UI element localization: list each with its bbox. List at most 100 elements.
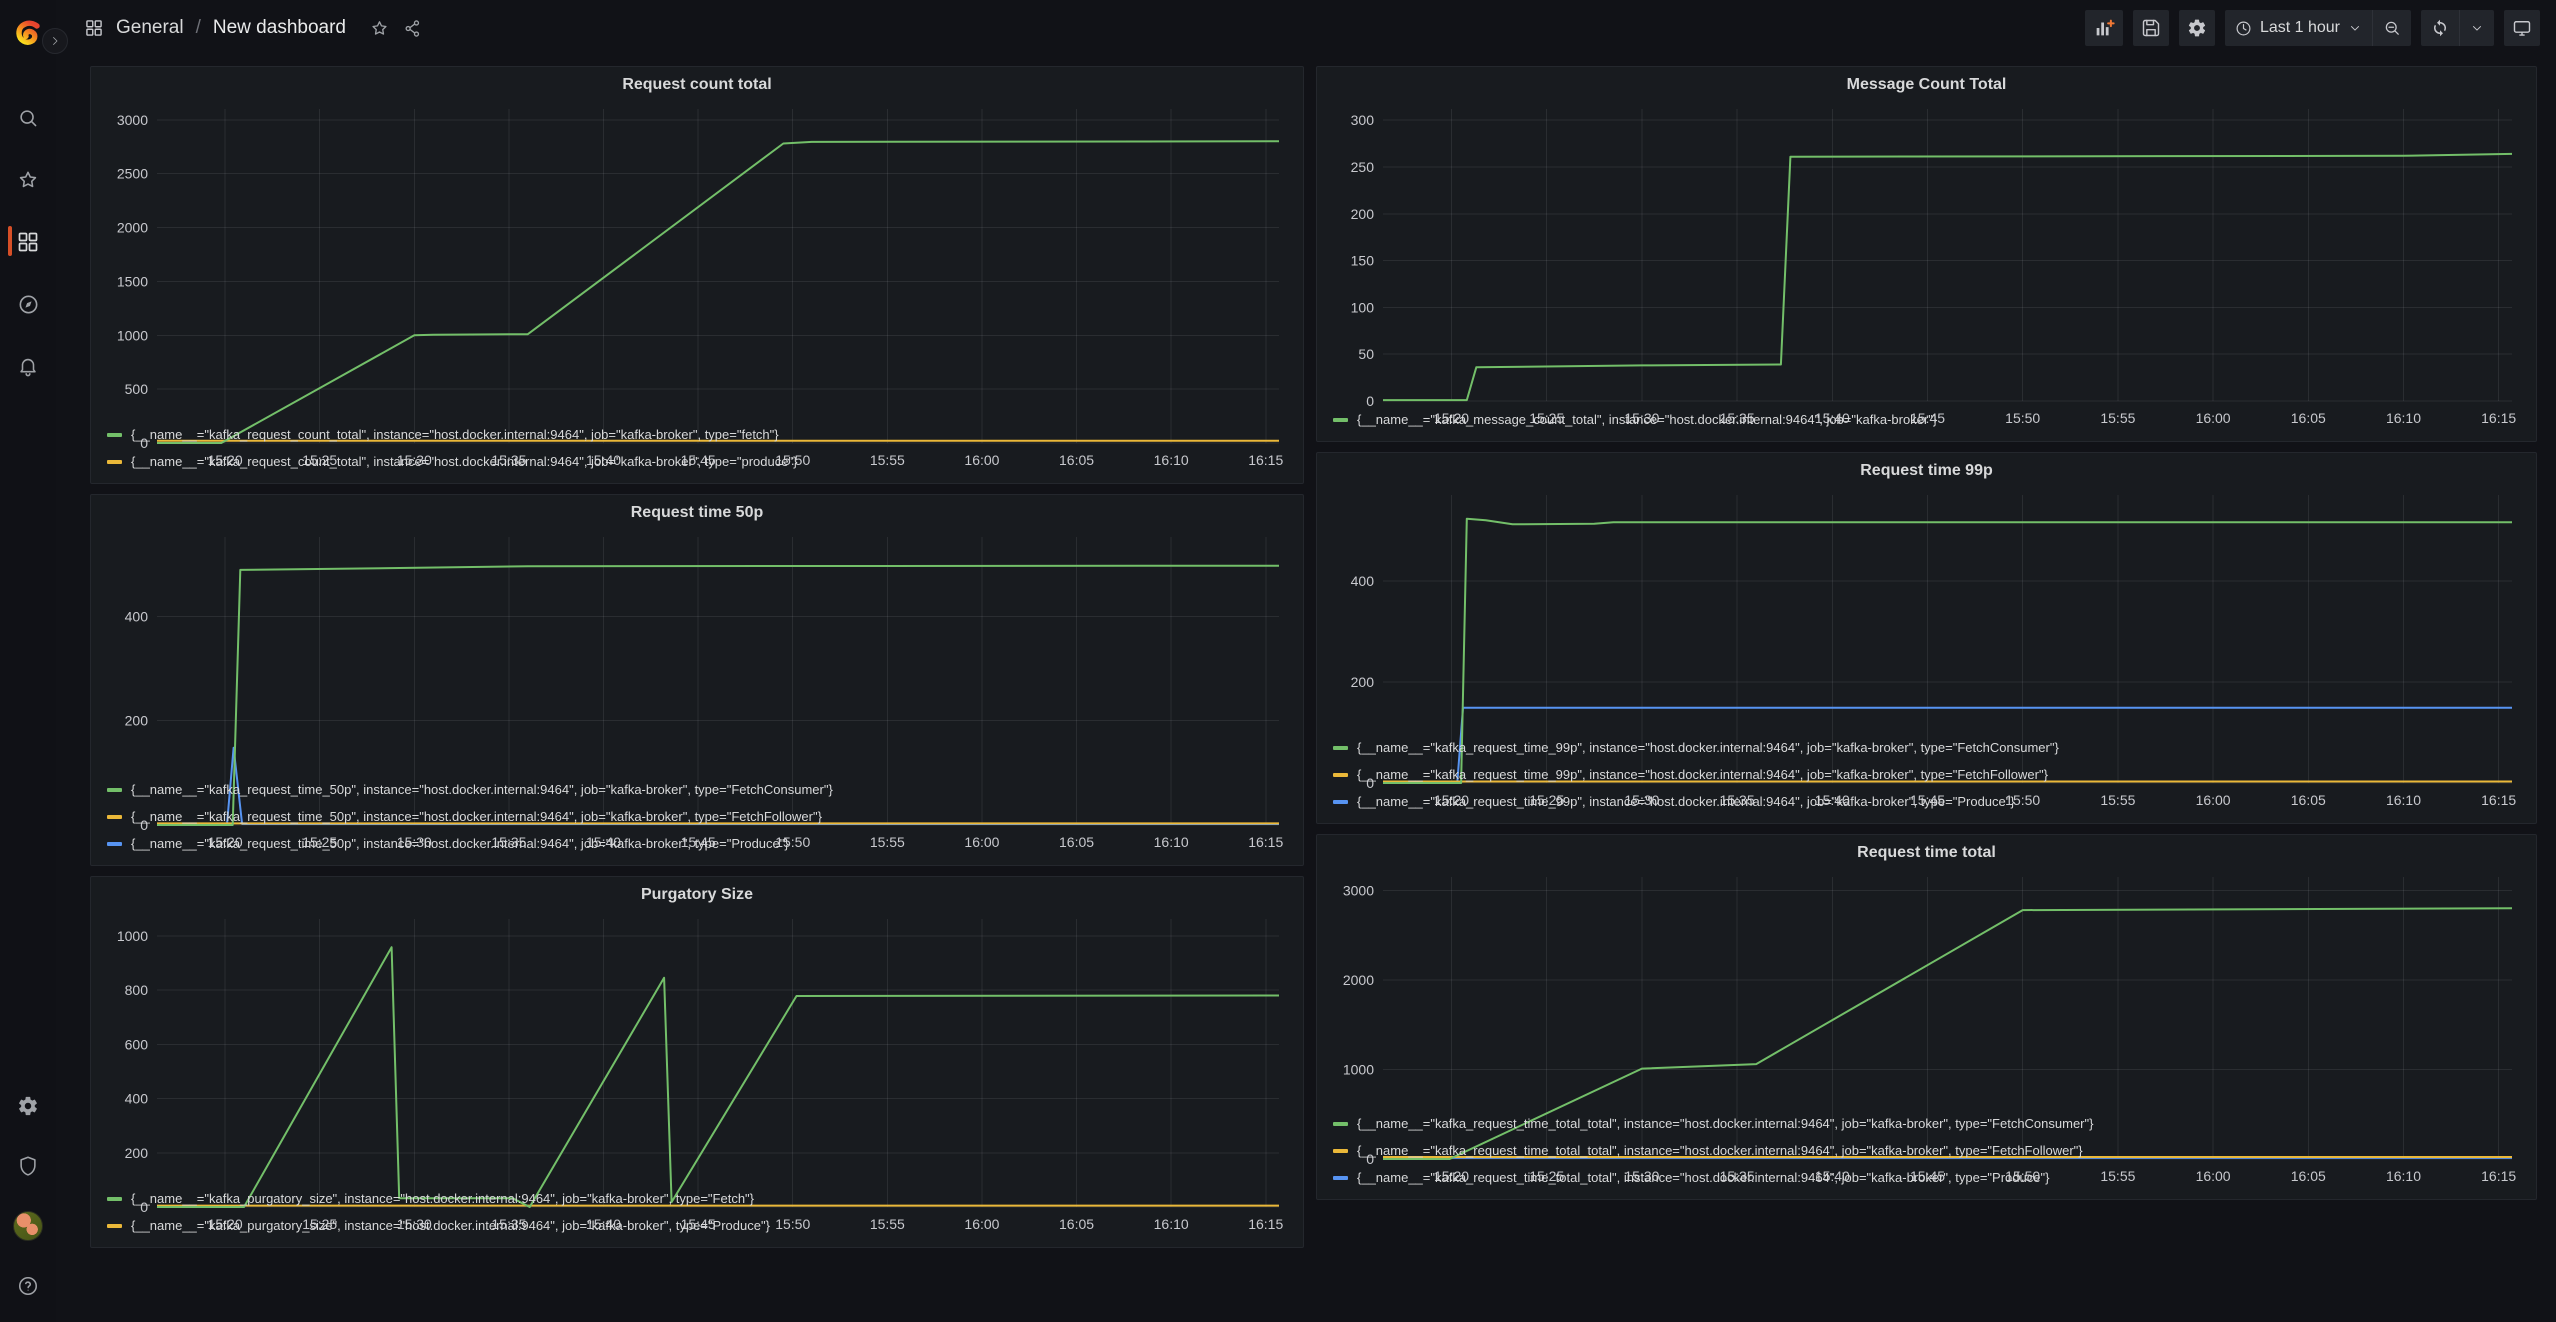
legend-item[interactable]: {__name__="kafka_request_time_50p", inst… (107, 830, 1293, 857)
sidebar-item-explore[interactable] (0, 284, 56, 324)
alerting-bell-icon (17, 355, 39, 377)
panel-title[interactable]: Message Count Total (1327, 71, 2526, 99)
time-zoom-out-button[interactable] (2373, 10, 2411, 46)
sidebar-item-starred[interactable] (0, 160, 56, 200)
panel-request-time-total: Request time total 010002000300015:2015:… (1316, 834, 2537, 1200)
legend-item[interactable]: {__name__="kafka_request_time_total_tota… (1333, 1110, 2526, 1137)
panel-title[interactable]: Request time 99p (1327, 457, 2526, 485)
chart-canvas[interactable]: 05010015020025030015:2015:2515:3015:3515… (1327, 99, 2526, 431)
sidebar-item-dashboards[interactable] (0, 222, 56, 262)
legend-label: {__name__="kafka_purgatory_size", instan… (131, 1191, 754, 1206)
y-axis-tick: 200 (125, 1145, 149, 1161)
legend-item[interactable]: {__name__="kafka_request_time_99p", inst… (1333, 788, 2526, 815)
save-dashboard-button[interactable] (2133, 10, 2169, 46)
panel-message-count-total: Message Count Total 05010015020025030015… (1316, 66, 2537, 442)
sidebar-item-search[interactable] (0, 98, 56, 138)
dashboards-grid-icon (84, 18, 104, 38)
legend: {__name__="kafka_message_count_total", i… (1327, 404, 2526, 433)
legend-item[interactable]: {__name__="kafka_request_time_total_tota… (1333, 1137, 2526, 1164)
chart-area: 05001000150020002500300015:2015:2515:301… (101, 99, 1293, 419)
legend-item[interactable]: {__name__="kafka_request_time_50p", inst… (107, 803, 1293, 830)
chart-area: 020040015:2015:2515:3015:3515:4015:4515:… (101, 527, 1293, 774)
y-axis-tick: 400 (1351, 573, 1375, 589)
y-axis-tick: 1000 (117, 327, 148, 343)
share-icon[interactable] (403, 19, 422, 38)
legend-item[interactable]: {__name__="kafka_request_count_total", i… (107, 448, 1293, 475)
explore-compass-icon (17, 293, 40, 316)
legend-swatch (1333, 418, 1348, 422)
panel-request-time-99p: Request time 99p 020040015:2015:2515:301… (1316, 452, 2537, 824)
breadcrumb-folder[interactable]: General (116, 17, 184, 39)
legend-label: {__name__="kafka_request_time_99p", inst… (1357, 794, 2015, 809)
legend-swatch (107, 433, 122, 437)
settings-gear-icon (2187, 18, 2207, 38)
legend-label: {__name__="kafka_request_time_50p", inst… (131, 809, 822, 824)
time-range-picker[interactable]: Last 1 hour (2225, 10, 2372, 46)
save-icon (2141, 18, 2161, 38)
legend-label: {__name__="kafka_request_count_total", i… (131, 427, 779, 442)
sidebar-item-server-admin[interactable] (0, 1146, 56, 1186)
sidebar-item-help[interactable] (0, 1266, 56, 1306)
legend-label: {__name__="kafka_request_time_50p", inst… (131, 782, 833, 797)
breadcrumb-dashboard-title[interactable]: New dashboard (213, 17, 346, 39)
chart-canvas[interactable]: 05001000150020002500300015:2015:2515:301… (101, 99, 1293, 473)
panel-title[interactable]: Request count total (101, 71, 1293, 99)
legend-item[interactable]: {__name__="kafka_request_time_99p", inst… (1333, 734, 2526, 761)
y-axis-tick: 400 (125, 1091, 149, 1107)
legend-label: {__name__="kafka_request_time_50p", inst… (131, 836, 789, 851)
legend-swatch (1333, 800, 1348, 804)
legend-swatch (107, 1197, 122, 1201)
legend-item[interactable]: {__name__="kafka_message_count_total", i… (1333, 406, 2526, 433)
sidebar-item-profile[interactable] (0, 1206, 56, 1246)
star-icon[interactable] (370, 19, 389, 38)
y-axis-tick: 2500 (117, 166, 148, 182)
breadcrumb: General / New dashboard (84, 17, 422, 39)
chart-area: 010002000300015:2015:2515:3015:3515:4015… (1327, 867, 2526, 1108)
add-panel-button[interactable] (2085, 10, 2123, 46)
star-icon (17, 169, 39, 191)
user-avatar (13, 1211, 43, 1241)
grafana-logo-icon (10, 16, 46, 52)
legend-label: {__name__="kafka_purgatory_size", instan… (131, 1218, 770, 1233)
cycle-view-mode-button[interactable] (2504, 10, 2540, 46)
y-axis-tick: 1000 (1343, 1061, 1374, 1077)
y-axis-tick: 150 (1351, 253, 1375, 269)
legend-item[interactable]: {__name__="kafka_request_count_total", i… (107, 421, 1293, 448)
y-axis-tick: 800 (125, 982, 149, 998)
dashboard-settings-button[interactable] (2179, 10, 2215, 46)
legend-item[interactable]: {__name__="kafka_request_time_total_tota… (1333, 1164, 2526, 1191)
y-axis-tick: 2000 (1343, 972, 1374, 988)
sidebar-item-alerting[interactable] (0, 346, 56, 386)
zoom-out-icon (2383, 19, 2401, 37)
panel-title[interactable]: Request time total (1327, 839, 2526, 867)
legend-item[interactable]: {__name__="kafka_purgatory_size", instan… (107, 1185, 1293, 1212)
toolbar: Last 1 hour (2085, 10, 2540, 46)
legend-swatch (107, 815, 122, 819)
legend: {__name__="kafka_request_time_50p", inst… (101, 774, 1293, 857)
y-axis-tick: 200 (125, 713, 149, 729)
y-axis-tick: 400 (125, 608, 149, 624)
legend-item[interactable]: {__name__="kafka_purgatory_size", instan… (107, 1212, 1293, 1239)
sidebar-expand-button[interactable] (42, 28, 68, 54)
sidebar-bottom-group (0, 1086, 56, 1306)
time-range-label: Last 1 hour (2260, 19, 2340, 37)
legend: {__name__="kafka_purgatory_size", instan… (101, 1183, 1293, 1239)
sidebar-item-configuration[interactable] (0, 1086, 56, 1126)
series-line-Fetch (157, 947, 1279, 1207)
y-axis-tick: 1500 (117, 273, 148, 289)
breadcrumb-separator: / (196, 17, 201, 39)
legend-swatch (1333, 773, 1348, 777)
legend-item[interactable]: {__name__="kafka_request_time_50p", inst… (107, 776, 1293, 803)
refresh-button[interactable] (2421, 10, 2459, 46)
panel-title[interactable]: Request time 50p (101, 499, 1293, 527)
y-axis-tick: 250 (1351, 159, 1375, 175)
add-panel-icon (2093, 17, 2115, 39)
legend-item[interactable]: {__name__="kafka_request_time_99p", inst… (1333, 761, 2526, 788)
refresh-interval-dropdown[interactable] (2460, 10, 2494, 46)
refresh-icon (2431, 19, 2449, 37)
settings-gear-icon (17, 1095, 39, 1117)
panel-title[interactable]: Purgatory Size (101, 881, 1293, 909)
dashboards-grid-icon (16, 230, 40, 254)
y-axis-tick: 200 (1351, 674, 1375, 690)
y-axis-tick: 100 (1351, 299, 1375, 315)
